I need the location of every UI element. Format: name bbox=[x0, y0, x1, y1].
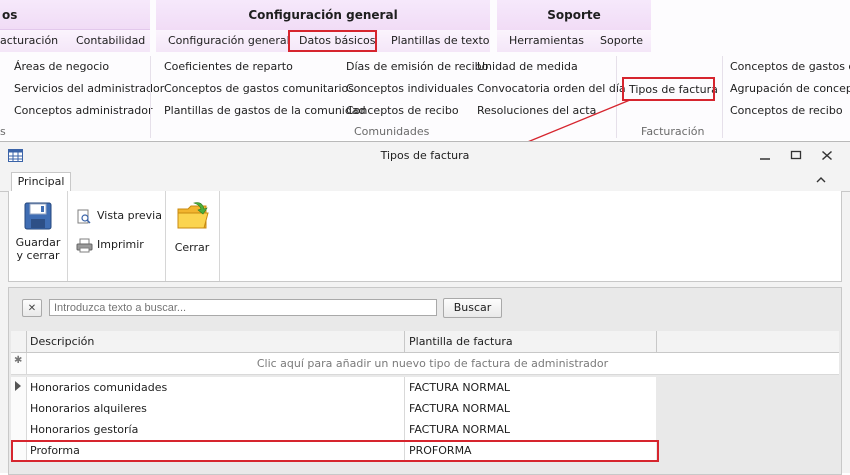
clear-x-icon: ✕ bbox=[27, 303, 37, 314]
print-button[interactable]: Imprimir bbox=[75, 237, 163, 255]
folder-exit-icon bbox=[176, 199, 210, 234]
close-label: Cerrar bbox=[174, 241, 210, 254]
content-panel: ✕ Buscar Descripción Plantilla de factur… bbox=[8, 287, 842, 475]
print-label: Imprimir bbox=[97, 238, 144, 251]
save-close-label-1: Guardar bbox=[15, 236, 61, 249]
row-indicator: ✱ bbox=[11, 353, 27, 374]
toolbar-separator bbox=[67, 191, 68, 281]
toolbar-separator bbox=[165, 191, 166, 281]
row-indicator bbox=[11, 398, 27, 419]
printer-icon bbox=[76, 238, 93, 256]
preview-button[interactable]: Vista previa bbox=[75, 208, 163, 226]
close-icon[interactable] bbox=[821, 150, 833, 164]
close-button[interactable]: Cerrar bbox=[169, 193, 215, 279]
cell-plantilla[interactable]: FACTURA NORMAL bbox=[409, 423, 510, 436]
proforma-row-highlight bbox=[11, 440, 659, 462]
new-row-asterisk-icon: ✱ bbox=[14, 355, 23, 366]
tab-principal[interactable]: Principal bbox=[11, 172, 71, 192]
search-button[interactable]: Buscar bbox=[443, 298, 502, 318]
search-input[interactable] bbox=[49, 299, 437, 316]
column-divider bbox=[404, 398, 405, 419]
floppy-disk-icon bbox=[24, 202, 52, 233]
clear-search-button[interactable]: ✕ bbox=[22, 299, 42, 317]
column-divider bbox=[656, 331, 657, 352]
current-row-arrow-icon bbox=[15, 381, 21, 394]
cell-plantilla[interactable]: FACTURA NORMAL bbox=[409, 381, 510, 394]
cell-descripcion[interactable]: Honorarios alquileres bbox=[30, 402, 147, 415]
new-row[interactable]: ✱ Clic aquí para añadir un nuevo tipo de… bbox=[11, 353, 839, 375]
grid-header: Descripción Plantilla de factura bbox=[11, 331, 839, 353]
column-header-descripcion[interactable]: Descripción bbox=[30, 335, 94, 348]
column-divider bbox=[404, 377, 405, 398]
table-row[interactable]: Honorarios comunidades FACTURA NORMAL bbox=[11, 377, 656, 399]
new-row-hint: Clic aquí para añadir un nuevo tipo de f… bbox=[256, 357, 609, 370]
tipos-factura-window: Tipos de factura Principal Guardar y cer… bbox=[0, 141, 850, 475]
cell-plantilla[interactable]: FACTURA NORMAL bbox=[409, 402, 510, 415]
magnifier-document-icon bbox=[77, 209, 91, 227]
table-row[interactable]: Honorarios gestoría FACTURA NORMAL bbox=[11, 419, 656, 441]
collapse-ribbon-icon[interactable] bbox=[816, 174, 826, 187]
column-divider bbox=[404, 331, 405, 352]
preview-label: Vista previa bbox=[97, 209, 162, 222]
toolbar: Guardar y cerrar Vista previa Imprimir C… bbox=[8, 191, 842, 282]
save-close-button[interactable]: Guardar y cerrar bbox=[11, 193, 65, 279]
grid-corner bbox=[11, 331, 27, 352]
toolbar-separator bbox=[219, 191, 220, 281]
window-title: Tipos de factura bbox=[380, 149, 470, 162]
cell-descripcion[interactable]: Honorarios gestoría bbox=[30, 423, 138, 436]
save-close-label-2: y cerrar bbox=[16, 249, 60, 262]
row-indicator bbox=[11, 419, 27, 440]
window-titlebar: Tipos de factura bbox=[0, 142, 850, 169]
row-indicator bbox=[11, 377, 27, 398]
minimize-icon[interactable] bbox=[759, 151, 771, 164]
column-header-plantilla[interactable]: Plantilla de factura bbox=[409, 335, 513, 348]
cell-descripcion[interactable]: Honorarios comunidades bbox=[30, 381, 167, 394]
maximize-icon[interactable] bbox=[790, 150, 802, 163]
table-row[interactable]: Honorarios alquileres FACTURA NORMAL bbox=[11, 398, 656, 420]
tabstrip: Principal bbox=[0, 169, 850, 192]
table-icon bbox=[8, 149, 23, 165]
column-divider bbox=[404, 419, 405, 440]
